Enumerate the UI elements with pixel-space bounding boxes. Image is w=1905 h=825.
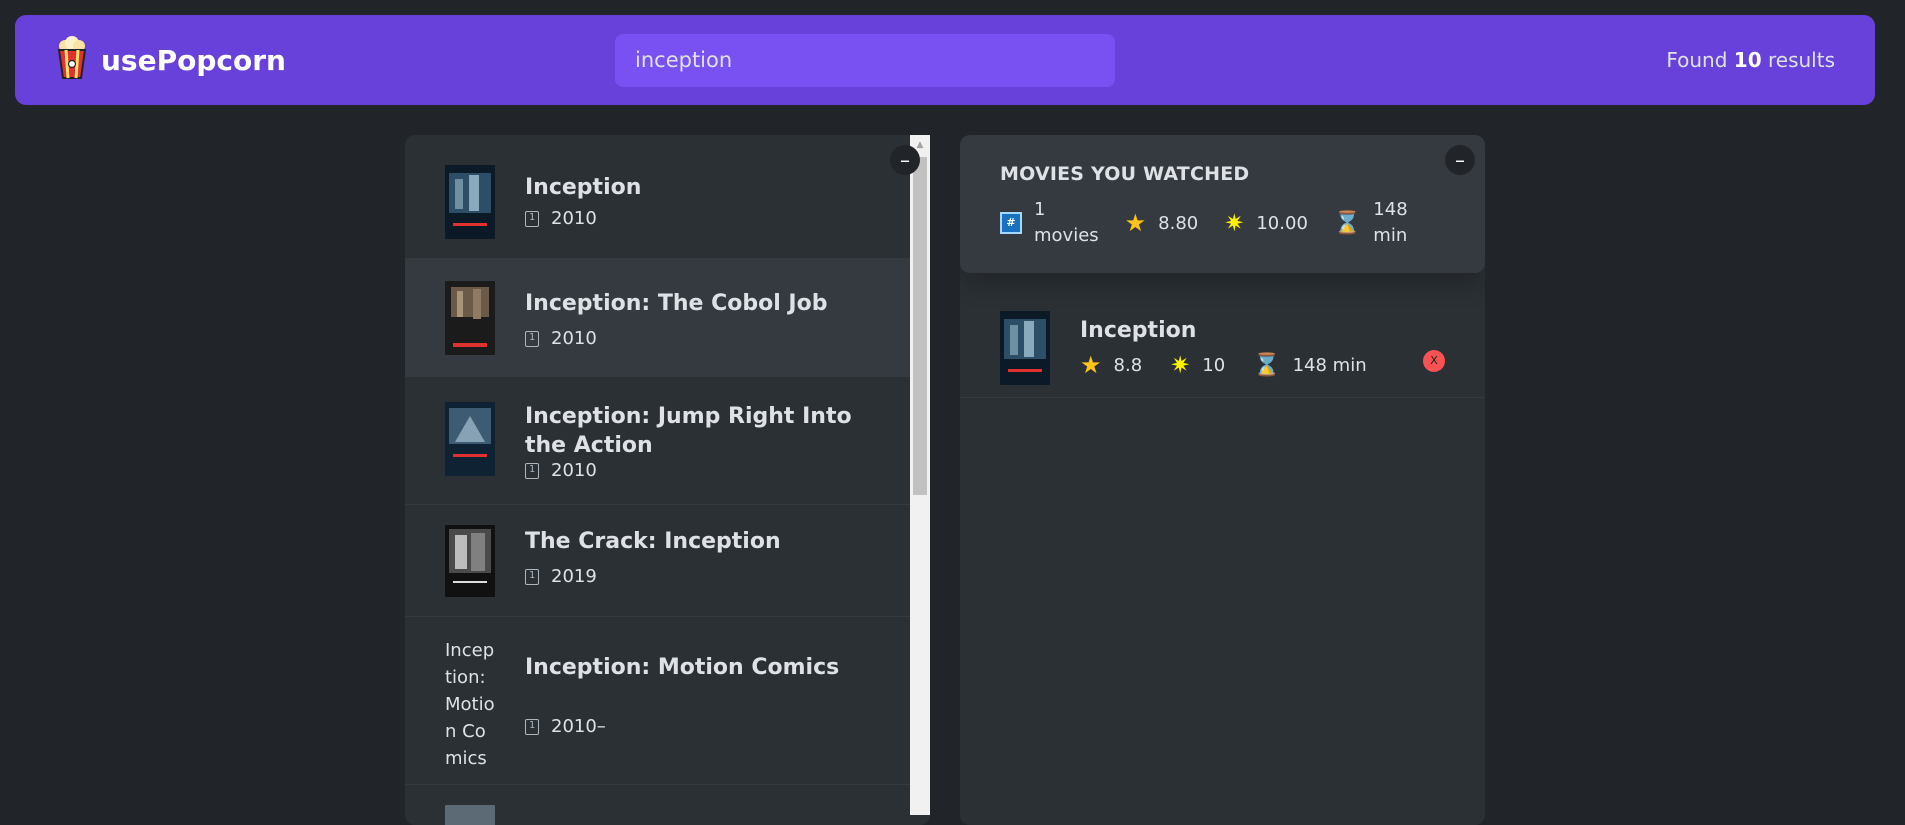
- watched-box: – MOVIES YOU WATCHED # 1 movies ★ 8.80 ✷…: [960, 135, 1485, 825]
- summary-title: MOVIES YOU WATCHED: [1000, 163, 1250, 185]
- movie-item[interactable]: Inception: Jump Right Into the Action 1 …: [405, 377, 930, 505]
- user-star-icon: ✷: [1224, 209, 1245, 237]
- movie-item[interactable]: [405, 785, 930, 825]
- movie-year: 1 2010: [525, 328, 827, 349]
- movie-title: Inception: [525, 175, 642, 200]
- movie-title: Inception: Motion Comics: [525, 655, 840, 680]
- hourglass-icon: ⌛: [1333, 210, 1362, 236]
- movie-year: 1 2019: [525, 566, 781, 587]
- user-star-icon: ✷: [1170, 351, 1191, 379]
- calendar-icon: 1: [525, 568, 539, 585]
- toggle-results-button[interactable]: –: [890, 145, 920, 175]
- nav-bar: usePopcorn Found 10 results: [15, 15, 1875, 105]
- movie-title: The Crack: Inception: [525, 529, 781, 554]
- movie-title: Inception: Jump Right Into the Action: [525, 404, 852, 458]
- movie-year: 1 2010: [525, 208, 641, 229]
- search-input[interactable]: [615, 33, 1115, 87]
- watched-movie-stats: ★ 8.8 ✷ 10 ⌛ 148 min: [1080, 351, 1367, 379]
- movie-poster: [445, 805, 495, 825]
- movie-year: 1 2010–: [525, 716, 839, 737]
- movie-list: Inception 1 2010 Inception: The Cobol Jo…: [405, 135, 930, 825]
- calendar-icon: 1: [525, 330, 539, 347]
- stat-movies-count: # 1 movies: [1000, 197, 1099, 249]
- movie-info: Inception: Jump Right Into the Action 1 …: [525, 402, 885, 481]
- watched-summary: MOVIES YOU WATCHED # 1 movies ★ 8.80 ✷ 1…: [960, 135, 1485, 273]
- calendar-icon: 1: [525, 210, 539, 227]
- popcorn-icon: [55, 36, 89, 84]
- stat-avg-user-rating: ✷ 10.00: [1224, 209, 1308, 237]
- movie-item[interactable]: Inception: The Cobol Job 1 2010: [405, 259, 930, 377]
- movie-info: Inception: The Cobol Job 1 2010: [525, 289, 827, 349]
- movie-poster: [445, 402, 495, 476]
- scroll-thumb[interactable]: [913, 157, 927, 495]
- star-icon: ★: [1080, 351, 1102, 379]
- star-icon: ★: [1124, 209, 1147, 237]
- summary-stats: # 1 movies ★ 8.80 ✷ 10.00 ⌛ 148 min: [1000, 197, 1445, 249]
- logo: usePopcorn: [55, 36, 615, 84]
- movie-item[interactable]: Inception: Motion Comics poster Inceptio…: [405, 617, 930, 785]
- watched-movie-info: Inception ★ 8.8 ✷ 10 ⌛ 148 min: [1080, 316, 1367, 379]
- calendar-icon: 1: [525, 462, 539, 479]
- movie-item[interactable]: The Crack: Inception 1 2019: [405, 505, 930, 617]
- watched-movie-item: Inception ★ 8.8 ✷ 10 ⌛ 148 min X: [960, 298, 1485, 398]
- stat-avg-imdb: ★ 8.80: [1124, 209, 1199, 237]
- watched-movie-title: Inception: [1080, 318, 1197, 343]
- results-count: Found 10 results: [1666, 48, 1835, 72]
- movie-title: Inception: The Cobol Job: [525, 291, 828, 316]
- movie-info: Inception 1 2010: [525, 173, 641, 229]
- movie-poster: [445, 281, 495, 355]
- movie-info: Inception: Motion Comics 1 2010–: [525, 653, 839, 737]
- movie-poster-broken: Inception: Motion Comics poster: [445, 640, 495, 767]
- movie-poster: [1000, 310, 1050, 385]
- movie-poster: [445, 165, 495, 239]
- movie-item[interactable]: Inception 1 2010: [405, 135, 930, 259]
- hash-icon: #: [1000, 212, 1022, 234]
- stat-avg-runtime: ⌛ 148 min: [1333, 199, 1408, 246]
- movie-poster: [445, 525, 495, 599]
- toggle-watched-button[interactable]: –: [1445, 145, 1475, 175]
- search-results-box: – Inception 1 2010 Inception: The Cobol …: [405, 135, 930, 825]
- movie-info: The Crack: Inception 1 2019: [525, 527, 781, 587]
- hourglass-icon: ⌛: [1253, 352, 1281, 378]
- app-title: usePopcorn: [101, 43, 286, 77]
- delete-watched-button[interactable]: X: [1423, 350, 1445, 372]
- calendar-icon: 1: [525, 718, 539, 735]
- movie-year: 1 2010: [525, 460, 885, 481]
- results-scrollbar[interactable]: ▲: [910, 135, 930, 815]
